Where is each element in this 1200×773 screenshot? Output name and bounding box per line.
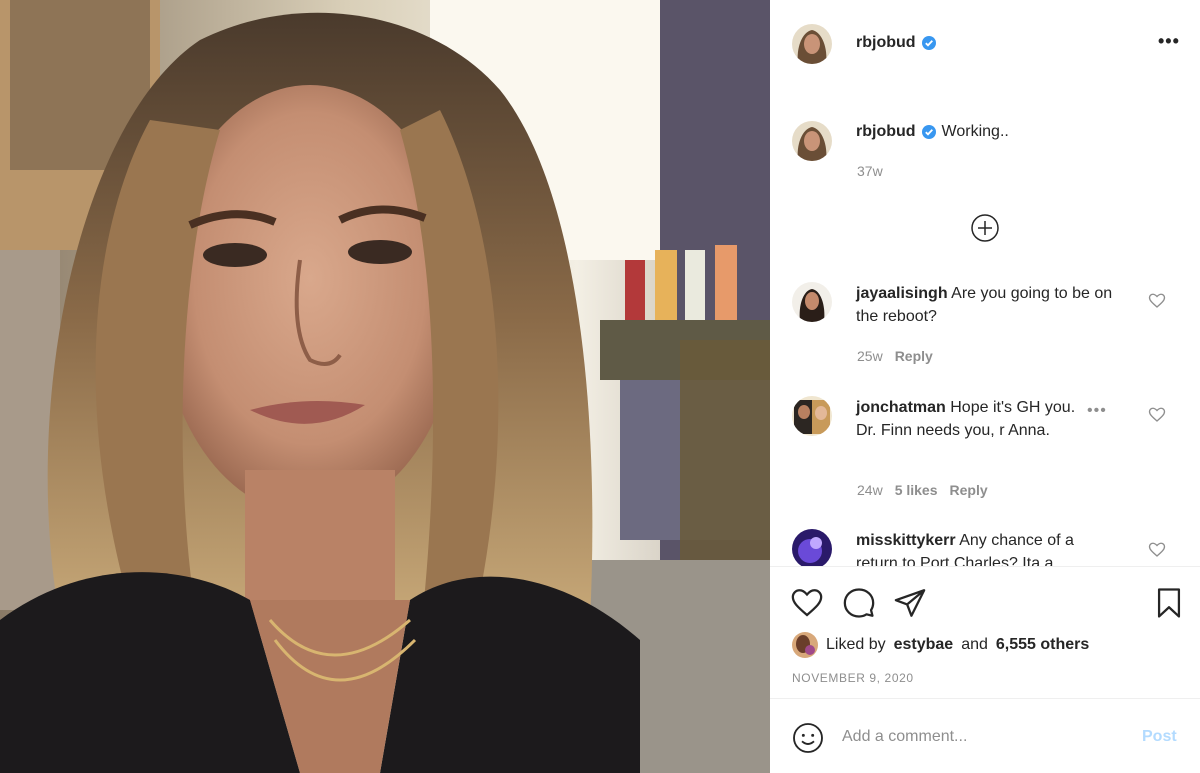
verified-badge-icon: [921, 36, 936, 50]
liker-username[interactable]: estybae: [894, 636, 954, 654]
comment-username[interactable]: misskittykerr: [856, 532, 956, 549]
load-more-comments-icon[interactable]: [970, 213, 1000, 243]
author-avatar[interactable]: [792, 24, 832, 64]
comment-meta: 24w 5 likes Reply: [857, 482, 988, 498]
comment-text: misskittykerr Any chance of a return to …: [856, 529, 1116, 566]
comment-time[interactable]: 24w: [857, 482, 883, 498]
caption-text: Working..: [941, 123, 1009, 140]
post-date[interactable]: NOVEMBER 9, 2020: [792, 671, 914, 685]
post-photo[interactable]: [0, 0, 770, 773]
post-panel: rbjobud ••• rbjobud Working.. 37w jayaal…: [770, 0, 1200, 773]
divider: [770, 566, 1200, 567]
share-paper-plane-icon[interactable]: [893, 586, 927, 620]
commenter-avatar[interactable]: [792, 529, 832, 566]
caption-username[interactable]: rbjobud: [856, 123, 916, 141]
comment-like-heart-icon[interactable]: [1148, 292, 1166, 310]
comment-time[interactable]: 25w: [857, 348, 883, 364]
comment-bubble-icon[interactable]: [842, 586, 876, 620]
save-bookmark-icon[interactable]: [1152, 586, 1186, 620]
commenter-avatar[interactable]: [792, 396, 832, 436]
caption: rbjobud Working..: [856, 123, 1009, 141]
comment-likes[interactable]: 5 likes: [895, 482, 938, 498]
commenter-avatar[interactable]: [792, 282, 832, 322]
comment-like-heart-icon[interactable]: [1148, 541, 1166, 559]
comment-reply[interactable]: Reply: [895, 348, 933, 364]
author-header: rbjobud: [856, 34, 936, 52]
comment-reply[interactable]: Reply: [950, 482, 988, 498]
divider: [770, 698, 1200, 699]
liker-avatar[interactable]: [792, 632, 818, 658]
likes-summary: Liked by estybae and 6,555 others: [792, 632, 1089, 658]
add-comment-input[interactable]: [842, 722, 1132, 752]
comment-text: jayaalisingh Are you going to be on the …: [856, 282, 1116, 328]
comment-username[interactable]: jayaalisingh: [856, 285, 948, 302]
caption-avatar[interactable]: [792, 121, 832, 161]
likes-others[interactable]: 6,555 others: [996, 636, 1089, 654]
likes-and: and: [961, 636, 988, 653]
caption-timestamp[interactable]: 37w: [857, 163, 883, 179]
verified-badge-icon: [921, 125, 936, 139]
comments-list[interactable]: jayaalisingh Are you going to be on the …: [770, 270, 1200, 566]
comment-like-heart-icon[interactable]: [1148, 406, 1166, 424]
more-options-icon[interactable]: •••: [1158, 32, 1180, 50]
author-username[interactable]: rbjobud: [856, 34, 916, 52]
comment-meta: 25w Reply: [857, 348, 933, 364]
post-comment-button[interactable]: Post: [1142, 728, 1177, 746]
comment-text: jonchatman Hope it's GH you. Dr. Finn ne…: [856, 396, 1076, 442]
comment-options-icon[interactable]: •••: [1087, 402, 1107, 420]
like-heart-icon[interactable]: [790, 586, 824, 620]
portrait-image: [0, 0, 770, 773]
likes-prefix: Liked by: [826, 636, 886, 653]
comment-username[interactable]: jonchatman: [856, 399, 946, 416]
emoji-smiley-icon[interactable]: [792, 722, 824, 754]
